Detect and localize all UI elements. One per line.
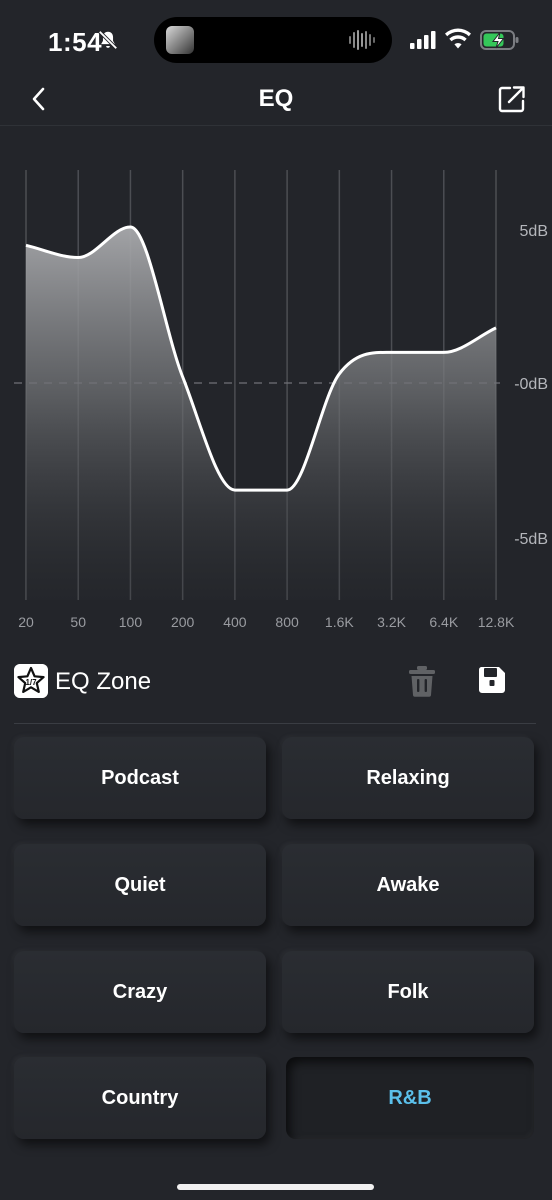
eq-curve-chart[interactable]: 20 50 100 200 400 800 1.6K 3.2K 6.4K 12.8K 5dB -0dB…: [0, 160, 552, 640]
svg-text:1/7: 1/7: [25, 678, 37, 687]
preset-relaxing[interactable]: Relaxing: [282, 737, 534, 819]
freq-tick-label: 400: [223, 614, 247, 630]
preset-awake[interactable]: Awake: [282, 844, 534, 926]
db-tick-label: 5dB: [520, 223, 548, 240]
waveform-icon: [349, 30, 375, 50]
db-tick-label: -5dB: [514, 531, 548, 548]
preset-label: Relaxing: [366, 766, 450, 789]
status-time: 1:54: [48, 27, 103, 57]
freq-tick-label: 800: [275, 614, 299, 630]
preset-podcast[interactable]: Podcast: [14, 737, 266, 819]
page-title: EQ: [258, 85, 294, 112]
freq-tick-label: 6.4K: [429, 614, 458, 630]
preset-label: Crazy: [112, 980, 168, 1003]
freq-tick-label: 3.2K: [377, 614, 406, 630]
eq-curve-area: [26, 226, 496, 600]
freq-tick-label: 20: [18, 614, 34, 630]
preset-label: Country: [101, 1086, 179, 1109]
preset-label: Awake: [376, 873, 440, 896]
freq-tick-label: 12.8K: [478, 614, 515, 630]
eq-screen: 1:54 EQ 20 50 100 200 400 800 1.6K 3.2K …: [0, 0, 552, 1200]
preset-label: Podcast: [101, 766, 179, 789]
eq-zone-header: 1/7 EQ Zone: [0, 660, 552, 704]
freq-tick-label: 50: [70, 614, 86, 630]
music-thumbnail-icon: [166, 26, 194, 54]
preset-quiet[interactable]: Quiet: [14, 844, 266, 926]
eq-zone-star-logo-icon: 1/7: [14, 664, 48, 698]
wifi-icon: [445, 28, 471, 49]
preset-rnb[interactable]: R&B: [286, 1057, 534, 1139]
freq-tick-label: 1.6K: [325, 614, 354, 630]
preset-crazy[interactable]: Crazy: [14, 951, 266, 1033]
eq-zone-title: EQ Zone: [55, 668, 152, 695]
floppy-disk-icon[interactable]: [478, 666, 506, 694]
preset-label: Quiet: [114, 873, 166, 896]
cellular-signal-icon: [410, 31, 436, 49]
preset-label: R&B: [388, 1086, 432, 1109]
trash-icon[interactable]: [408, 665, 436, 697]
dynamic-island[interactable]: [154, 17, 392, 63]
freq-tick-label: 200: [171, 614, 195, 630]
preset-label: Folk: [387, 980, 429, 1003]
share-external-icon[interactable]: [497, 84, 527, 114]
freq-tick-label: 100: [119, 614, 143, 630]
preset-folk[interactable]: Folk: [282, 951, 534, 1033]
status-bar: 1:54: [0, 0, 552, 80]
nav-header: EQ: [0, 80, 552, 126]
section-divider: [14, 723, 536, 724]
home-indicator[interactable]: [177, 1184, 374, 1190]
db-tick-label: -0dB: [514, 376, 548, 393]
battery-charging-icon: [480, 30, 519, 50]
preset-country[interactable]: Country: [14, 1057, 266, 1139]
bell-slash-icon: [98, 30, 118, 50]
